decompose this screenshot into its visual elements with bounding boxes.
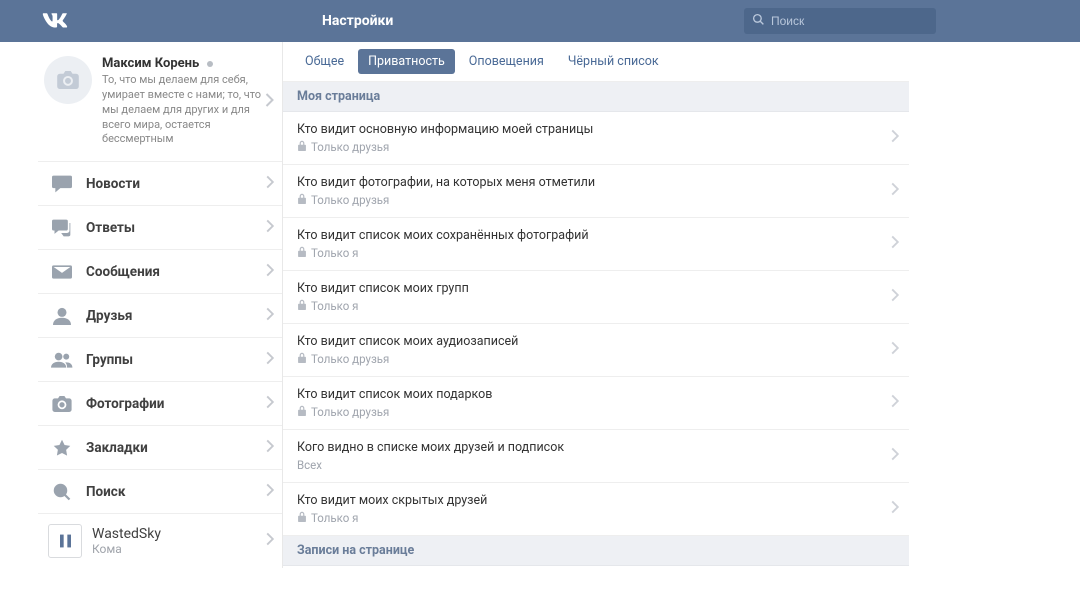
- setting-label: Кто видит список моих подарков: [297, 387, 895, 402]
- nav-messages[interactable]: Сообщения: [38, 250, 282, 294]
- setting-value: Только друзья: [297, 193, 895, 207]
- chevron-right-icon: [266, 395, 274, 412]
- chevron-right-icon: [891, 183, 899, 200]
- top-bar: Настройки: [0, 0, 1080, 42]
- groups-icon: [48, 352, 76, 368]
- setting-label: Кто видит список моих аудиозаписей: [297, 334, 895, 349]
- setting-value: Всех: [297, 458, 895, 472]
- tab-notifications[interactable]: Оповещения: [459, 49, 554, 74]
- lock-icon: [297, 246, 311, 260]
- tabs: Общее Приватность Оповещения Чёрный спис…: [283, 42, 909, 82]
- sidebar: Максим Корень То, что мы делаем для себя…: [0, 42, 283, 568]
- chevron-right-icon: [266, 439, 274, 456]
- nav-label: Новости: [86, 176, 140, 192]
- nav-bookmarks[interactable]: Закладки: [38, 426, 282, 470]
- lock-icon: [297, 299, 311, 313]
- nav-label: Поиск: [86, 484, 125, 500]
- track-title: WastedSky: [92, 526, 272, 542]
- chevron-right-icon: [266, 219, 274, 236]
- setting-row[interactable]: Кто видит основную информацию моей стран…: [283, 112, 909, 165]
- nav-friends[interactable]: Друзья: [38, 294, 282, 338]
- setting-row[interactable]: Кто видит список моих сохранённых фотогр…: [283, 218, 909, 271]
- vk-logo[interactable]: [40, 13, 68, 29]
- nav-replies[interactable]: Ответы: [38, 206, 282, 250]
- pause-icon: [60, 534, 71, 548]
- lock-icon: [297, 405, 311, 419]
- lock-icon: [297, 511, 311, 525]
- section-wall: Записи на странице: [283, 536, 909, 566]
- setting-row[interactable]: Кто видит список моих групп Только я: [283, 271, 909, 324]
- nav-news[interactable]: Новости: [38, 162, 282, 206]
- pause-button[interactable]: [48, 524, 82, 558]
- chevron-right-icon: [891, 342, 899, 359]
- setting-row[interactable]: Кто видит список моих аудиозаписей Только…: [283, 324, 909, 377]
- nav-label: Фотографии: [86, 396, 164, 412]
- profile-desc: То, что мы делаем для себя, умирает вмес…: [102, 73, 272, 147]
- nav-search[interactable]: Поиск: [38, 470, 282, 514]
- section-my-page: Моя страница: [283, 82, 909, 112]
- profile-name: Максим Корень: [102, 56, 199, 71]
- setting-row[interactable]: Кто видит список моих подарков Только дру…: [283, 377, 909, 430]
- nav-groups[interactable]: Группы: [38, 338, 282, 382]
- messages-icon: [48, 265, 76, 279]
- setting-value: Только я: [297, 246, 895, 260]
- setting-label: Кто видит список моих сохранённых фотогр…: [297, 228, 895, 243]
- chevron-right-icon: [891, 395, 899, 412]
- chevron-right-icon: [891, 236, 899, 253]
- search-box[interactable]: [744, 8, 936, 34]
- nav-label: Группы: [86, 352, 133, 368]
- status-dot-icon: [207, 61, 213, 67]
- setting-label: Кто видит моих скрытых друзей: [297, 493, 895, 508]
- chevron-right-icon: [266, 175, 274, 192]
- setting-value: Только я: [297, 511, 895, 525]
- chevron-right-icon: [891, 501, 899, 518]
- search-icon: [48, 483, 76, 501]
- lock-icon: [297, 193, 311, 207]
- camera-icon: [57, 71, 79, 89]
- chevron-right-icon: [266, 263, 274, 280]
- tab-blacklist[interactable]: Чёрный список: [558, 49, 669, 74]
- setting-value: Только друзья: [297, 140, 895, 154]
- setting-label: Кто видит список моих групп: [297, 281, 895, 296]
- chevron-right-icon: [266, 307, 274, 324]
- profile-block[interactable]: Максим Корень То, что мы делаем для себя…: [38, 42, 282, 162]
- setting-row[interactable]: Кто видит моих скрытых друзей Только я: [283, 483, 909, 536]
- setting-value: Только друзья: [297, 352, 895, 366]
- tab-general[interactable]: Общее: [295, 49, 354, 74]
- chevron-right-icon: [266, 533, 274, 550]
- avatar: [44, 56, 92, 104]
- track-artist: Кома: [92, 542, 272, 556]
- replies-icon: [48, 219, 76, 237]
- chevron-right-icon: [266, 483, 274, 500]
- chevron-right-icon: [266, 351, 274, 368]
- friends-icon: [48, 307, 76, 325]
- tab-privacy[interactable]: Приватность: [358, 49, 455, 74]
- setting-row[interactable]: Кто видит фотографии, на которых меня от…: [283, 165, 909, 218]
- setting-label: Кого видно в списке моих друзей и подпис…: [297, 440, 895, 455]
- chevron-right-icon: [891, 289, 899, 306]
- setting-value: Только друзья: [297, 405, 895, 419]
- chevron-right-icon: [265, 93, 274, 111]
- nav-photos[interactable]: Фотографии: [38, 382, 282, 426]
- search-input[interactable]: [771, 14, 928, 28]
- photos-icon: [48, 396, 76, 412]
- setting-value: Только я: [297, 299, 895, 313]
- setting-row[interactable]: Кого видно в списке моих друзей и подпис…: [283, 430, 909, 483]
- lock-icon: [297, 140, 311, 154]
- bookmarks-icon: [48, 439, 76, 457]
- chevron-right-icon: [891, 130, 899, 147]
- music-player[interactable]: WastedSky Кома: [38, 514, 282, 568]
- chevron-right-icon: [891, 448, 899, 465]
- nav-label: Сообщения: [86, 264, 160, 280]
- setting-label: Кто видит фотографии, на которых меня от…: [297, 175, 895, 190]
- page-title: Настройки: [322, 13, 393, 29]
- news-icon: [48, 175, 76, 193]
- settings-content: Общее Приватность Оповещения Чёрный спис…: [283, 42, 909, 568]
- nav-label: Закладки: [86, 440, 148, 456]
- nav-label: Друзья: [86, 308, 132, 324]
- search-icon: [752, 13, 765, 30]
- setting-label: Кто видит основную информацию моей стран…: [297, 122, 895, 137]
- lock-icon: [297, 352, 311, 366]
- nav-label: Ответы: [86, 220, 135, 236]
